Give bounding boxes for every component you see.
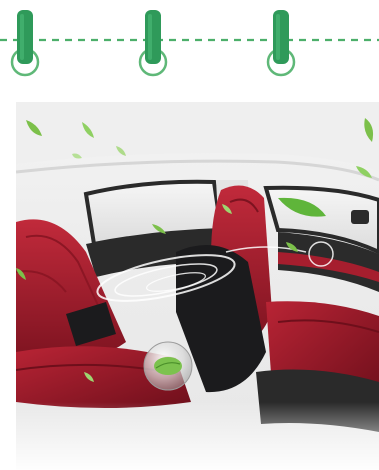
purifier-bubble-icon bbox=[143, 341, 193, 391]
car-interior-illustration bbox=[16, 102, 379, 470]
binder-ring-icon bbox=[266, 10, 296, 77]
binder-ring-icon bbox=[10, 10, 40, 77]
binder-rings bbox=[0, 10, 379, 77]
car-interior-photo bbox=[16, 102, 379, 470]
binder-ring-icon bbox=[138, 10, 168, 77]
page bbox=[0, 0, 379, 470]
